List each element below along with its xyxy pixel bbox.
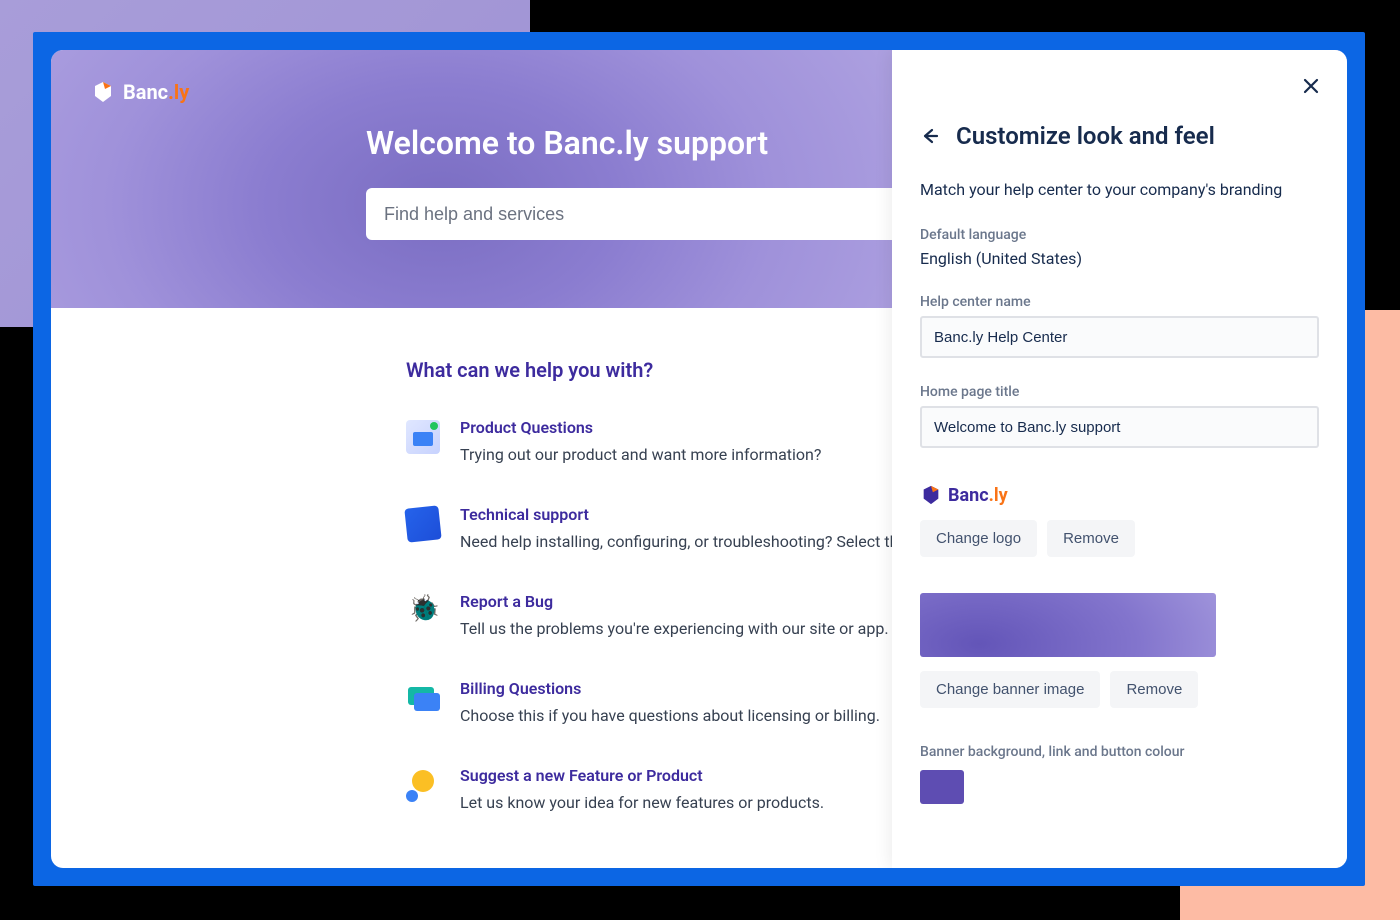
change-logo-button[interactable]: Change logo bbox=[920, 520, 1037, 557]
logo-preview-icon bbox=[920, 484, 942, 506]
panel-header: Customize look and feel bbox=[920, 122, 1319, 150]
logo-button-row: Change logo Remove bbox=[920, 520, 1319, 557]
banner-button-row: Change banner image Remove bbox=[920, 671, 1319, 708]
brand-logo-icon bbox=[91, 80, 115, 104]
topic-title: Billing Questions bbox=[460, 679, 880, 698]
topic-desc: Need help installing, configuring, or tr… bbox=[460, 530, 954, 554]
topic-title: Product Questions bbox=[460, 418, 821, 437]
color-label: Banner background, link and button colou… bbox=[920, 744, 1319, 760]
topic-desc: Tell us the problems you're experiencing… bbox=[460, 617, 889, 641]
remove-logo-button[interactable]: Remove bbox=[1047, 520, 1135, 557]
banner-preview bbox=[920, 593, 1216, 657]
logo-preview-text: Banc.ly bbox=[948, 485, 1008, 506]
brand-name: Banc.ly bbox=[123, 80, 189, 104]
topic-title: Suggest a new Feature or Product bbox=[460, 766, 824, 785]
remove-banner-button[interactable]: Remove bbox=[1110, 671, 1198, 708]
help-center-name-input[interactable] bbox=[920, 316, 1319, 358]
app-window: Banc.ly Welcome to Banc.ly support What … bbox=[51, 50, 1347, 868]
close-icon bbox=[1301, 76, 1321, 96]
outer-frame: Banc.ly Welcome to Banc.ly support What … bbox=[33, 32, 1365, 886]
close-button[interactable] bbox=[1301, 76, 1321, 100]
topic-desc: Choose this if you have questions about … bbox=[460, 704, 880, 728]
topic-desc: Trying out our product and want more inf… bbox=[460, 443, 821, 467]
default-language-value: English (United States) bbox=[920, 249, 1319, 268]
bug-icon bbox=[406, 594, 440, 628]
back-button[interactable] bbox=[920, 126, 940, 146]
topic-desc: Let us know your idea for new features o… bbox=[460, 791, 824, 815]
color-swatch[interactable] bbox=[920, 770, 964, 804]
megaphone-icon bbox=[406, 768, 440, 802]
topic-title: Technical support bbox=[460, 505, 954, 524]
default-language-label: Default language bbox=[920, 227, 1319, 243]
home-page-title-label: Home page title bbox=[920, 384, 1319, 400]
document-icon bbox=[404, 505, 441, 542]
panel-title: Customize look and feel bbox=[956, 122, 1215, 150]
home-page-title-input[interactable] bbox=[920, 406, 1319, 448]
topic-title: Report a Bug bbox=[460, 592, 889, 611]
help-center-name-label: Help center name bbox=[920, 294, 1319, 310]
change-banner-button[interactable]: Change banner image bbox=[920, 671, 1100, 708]
arrow-left-icon bbox=[920, 126, 940, 146]
customize-panel: Customize look and feel Match your help … bbox=[892, 50, 1347, 868]
logo-preview: Banc.ly bbox=[920, 484, 1319, 506]
credit-card-icon bbox=[406, 681, 440, 715]
panel-subtitle: Match your help center to your company's… bbox=[920, 180, 1319, 199]
monitor-icon bbox=[406, 420, 440, 454]
